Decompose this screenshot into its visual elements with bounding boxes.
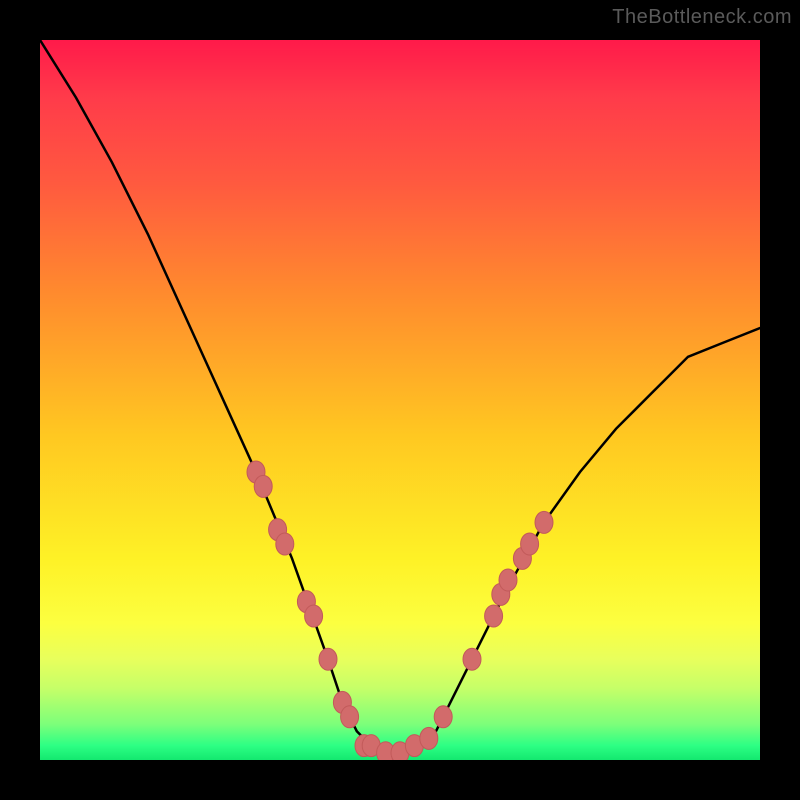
data-marker [341,706,359,728]
data-marker [319,648,337,670]
chart-svg [40,40,760,760]
data-marker [485,605,503,627]
data-marker [535,511,553,533]
watermark-text: TheBottleneck.com [612,6,792,29]
data-marker [499,569,517,591]
data-marker [420,727,438,749]
bottleneck-curve [40,40,760,753]
data-marker [254,475,272,497]
data-marker [434,706,452,728]
data-marker [305,605,323,627]
data-marker [521,533,539,555]
chart-plot-area [40,40,760,760]
data-marker [276,533,294,555]
data-marker [463,648,481,670]
